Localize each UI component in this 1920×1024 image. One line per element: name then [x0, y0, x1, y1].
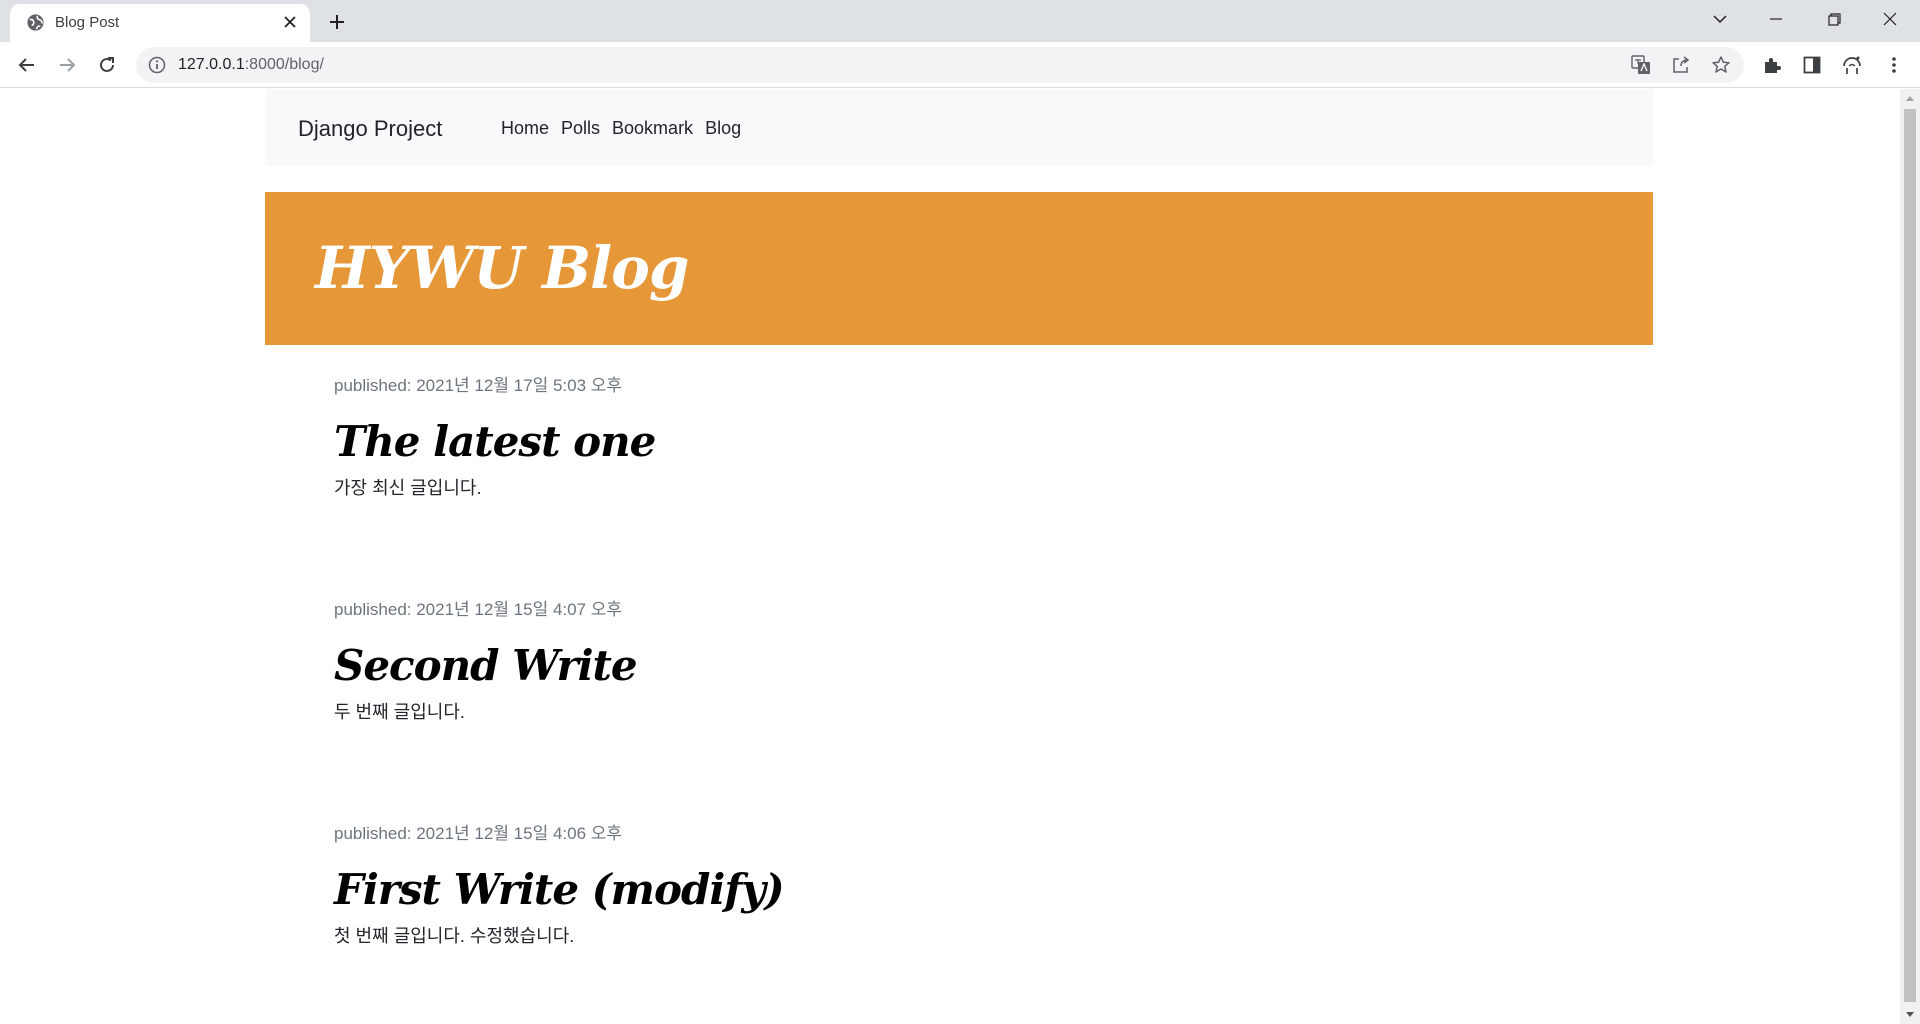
profile-icon[interactable] — [1837, 50, 1867, 80]
share-icon[interactable] — [1670, 54, 1692, 76]
url-host: 127.0.0.1 — [178, 56, 245, 73]
blog-title: HYWU Blog — [315, 234, 689, 302]
vertical-scrollbar[interactable] — [1900, 89, 1920, 1024]
minimize-icon[interactable] — [1748, 0, 1804, 38]
post-description: 가장 최신 글입니다. — [334, 478, 482, 498]
address-bar[interactable]: 127.0.0.1:8000/blog/ — [136, 47, 1744, 83]
translate-icon[interactable] — [1630, 54, 1652, 76]
scrollbar-thumb[interactable] — [1904, 109, 1916, 1002]
post-description: 두 번째 글입니다. — [334, 702, 465, 722]
site-navbar: Django Project Home Polls Bookmark Blog — [265, 89, 1653, 166]
bookmark-star-icon[interactable] — [1710, 54, 1732, 76]
post-item: published: 2021년 12월 15일 4:06 오후 First W… — [334, 819, 1234, 948]
post-published-date: published: 2021년 12월 15일 4:06 오후 — [334, 824, 623, 843]
blog-header: HYWU Blog — [265, 192, 1653, 345]
tab-title: Blog Post — [55, 14, 120, 31]
post-title-link[interactable]: The latest one — [334, 418, 1234, 466]
post-title-link[interactable]: First Write (modify) — [334, 866, 1234, 914]
extensions-icon[interactable] — [1757, 50, 1787, 80]
tab-strip: Blog Post — [0, 0, 1920, 42]
nav-link-home[interactable]: Home — [501, 118, 549, 139]
page-viewport: Django Project Home Polls Bookmark Blog … — [0, 89, 1900, 1024]
side-panel-icon[interactable] — [1797, 50, 1827, 80]
site-info-icon[interactable] — [148, 56, 166, 74]
nav-link-polls[interactable]: Polls — [561, 118, 600, 139]
scroll-down-arrow-icon[interactable] — [1900, 1006, 1920, 1024]
forward-icon[interactable] — [52, 50, 82, 80]
post-description: 첫 번째 글입니다. 수정했습니다. — [334, 926, 575, 946]
post-published-date: published: 2021년 12월 15일 4:07 오후 — [334, 600, 623, 619]
new-tab-icon[interactable] — [324, 9, 350, 35]
post-title-link[interactable]: Second Write — [334, 642, 1234, 690]
browser-toolbar: 127.0.0.1:8000/blog/ — [0, 42, 1920, 88]
globe-icon — [26, 13, 45, 32]
reload-icon[interactable] — [92, 50, 122, 80]
url-text: 127.0.0.1:8000/blog/ — [178, 56, 324, 74]
navbar-brand[interactable]: Django Project — [298, 116, 442, 142]
browser-tab[interactable]: Blog Post — [10, 4, 310, 42]
nav-link-blog[interactable]: Blog — [705, 118, 741, 139]
back-icon[interactable] — [12, 50, 42, 80]
url-path: :8000/blog/ — [244, 56, 324, 73]
nav-link-bookmark[interactable]: Bookmark — [612, 118, 693, 139]
menu-icon[interactable] — [1879, 50, 1909, 80]
post-item: published: 2021년 12월 17일 5:03 오후 The lat… — [334, 371, 1234, 500]
nav-links: Home Polls Bookmark Blog — [501, 118, 741, 139]
close-window-icon[interactable] — [1862, 0, 1918, 38]
restore-icon[interactable] — [1806, 0, 1862, 38]
post-item: published: 2021년 12월 15일 4:07 오후 Second … — [334, 595, 1234, 724]
post-published-date: published: 2021년 12월 17일 5:03 오후 — [334, 376, 623, 395]
scroll-up-arrow-icon[interactable] — [1900, 89, 1920, 107]
close-tab-icon[interactable] — [280, 12, 300, 32]
tab-search-icon[interactable] — [1692, 0, 1748, 38]
